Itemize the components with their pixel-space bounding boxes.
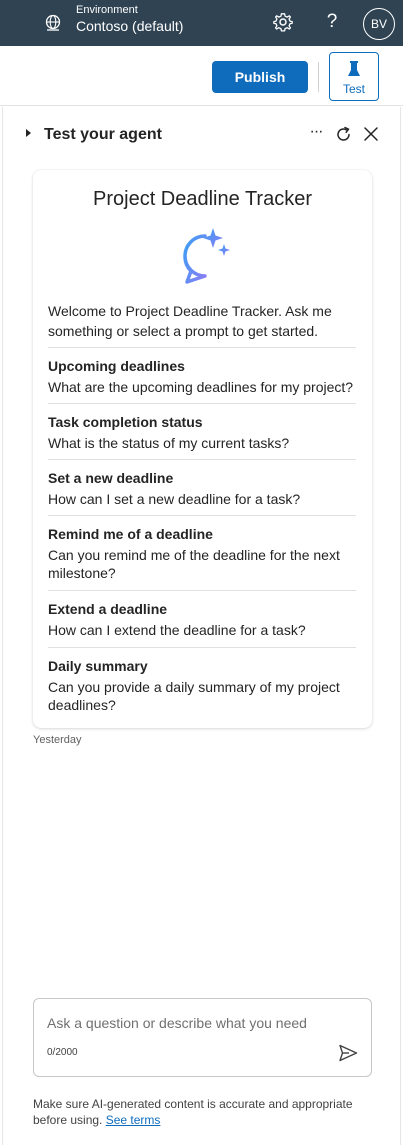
top-header: Environment Contoso (default) ? BV bbox=[0, 0, 403, 46]
prompt-text: Can you remind me of the deadline for th… bbox=[48, 547, 340, 581]
prompt-title: Set a new deadline bbox=[48, 470, 174, 486]
prompt-extend-deadline[interactable]: Extend a deadline How can I extend the d… bbox=[48, 590, 356, 647]
more-icon[interactable]: ··· bbox=[306, 122, 326, 142]
panel-title: Test your agent bbox=[44, 126, 162, 143]
prompt-text: Can you provide a daily summary of my pr… bbox=[48, 679, 340, 713]
message-timestamp: Yesterday bbox=[33, 734, 82, 746]
prompt-text: How can I set a new deadline for a task? bbox=[48, 491, 301, 507]
environment-selector[interactable]: Contoso (default) bbox=[76, 17, 183, 35]
prompt-title: Upcoming deadlines bbox=[48, 358, 185, 374]
chat-input-placeholder: Ask a question or describe what you need bbox=[47, 1015, 307, 1031]
prompt-remind-deadline[interactable]: Remind me of a deadline Can you remind m… bbox=[48, 515, 356, 590]
prompt-daily-summary[interactable]: Daily summary Can you provide a daily su… bbox=[48, 647, 356, 722]
toolbar-divider bbox=[318, 62, 319, 92]
prompt-title: Task completion status bbox=[48, 414, 203, 430]
avatar[interactable]: BV bbox=[363, 8, 395, 40]
close-icon[interactable] bbox=[363, 126, 379, 142]
gear-icon[interactable] bbox=[273, 12, 293, 32]
prompt-title: Daily summary bbox=[48, 658, 148, 674]
refresh-icon[interactable] bbox=[335, 126, 352, 143]
help-icon[interactable]: ? bbox=[322, 10, 342, 34]
prompt-upcoming-deadlines[interactable]: Upcoming deadlines What are the upcoming… bbox=[48, 347, 356, 403]
chat-sparkle-icon bbox=[183, 228, 230, 284]
environment-icon bbox=[45, 14, 61, 31]
prompt-text: How can I extend the deadline for a task… bbox=[48, 622, 306, 638]
welcome-card: Project Deadline Tracker Welcome to Proj… bbox=[33, 170, 372, 728]
character-counter: 0/2000 bbox=[47, 1047, 78, 1058]
prompt-title: Extend a deadline bbox=[48, 601, 168, 617]
chat-input[interactable]: Ask a question or describe what you need… bbox=[33, 998, 372, 1077]
beaker-icon bbox=[348, 61, 360, 76]
prompt-text: What are the upcoming deadlines for my p… bbox=[48, 379, 354, 395]
prompt-title: Remind me of a deadline bbox=[48, 526, 213, 542]
welcome-message: Welcome to Project Deadline Tracker. Ask… bbox=[48, 303, 332, 339]
prompt-task-completion-status[interactable]: Task completion status What is the statu… bbox=[48, 403, 356, 459]
prompt-text: What is the status of my current tasks? bbox=[48, 435, 290, 451]
ai-disclaimer: Make sure AI-generated content is accura… bbox=[33, 1096, 373, 1128]
action-toolbar: Publish Test bbox=[0, 46, 403, 106]
environment-label: Environment bbox=[76, 4, 138, 16]
caret-right-icon[interactable] bbox=[26, 129, 31, 137]
prompt-set-new-deadline[interactable]: Set a new deadline How can I set a new d… bbox=[48, 459, 356, 515]
test-button[interactable]: Test bbox=[329, 52, 379, 101]
publish-button[interactable]: Publish bbox=[212, 61, 308, 93]
send-icon[interactable] bbox=[338, 1044, 358, 1062]
test-button-label: Test bbox=[342, 82, 365, 96]
disclaimer-text: Make sure AI-generated content is accura… bbox=[33, 1097, 353, 1127]
card-title: Project Deadline Tracker bbox=[93, 188, 312, 210]
see-terms-link[interactable]: See terms bbox=[106, 1113, 161, 1127]
